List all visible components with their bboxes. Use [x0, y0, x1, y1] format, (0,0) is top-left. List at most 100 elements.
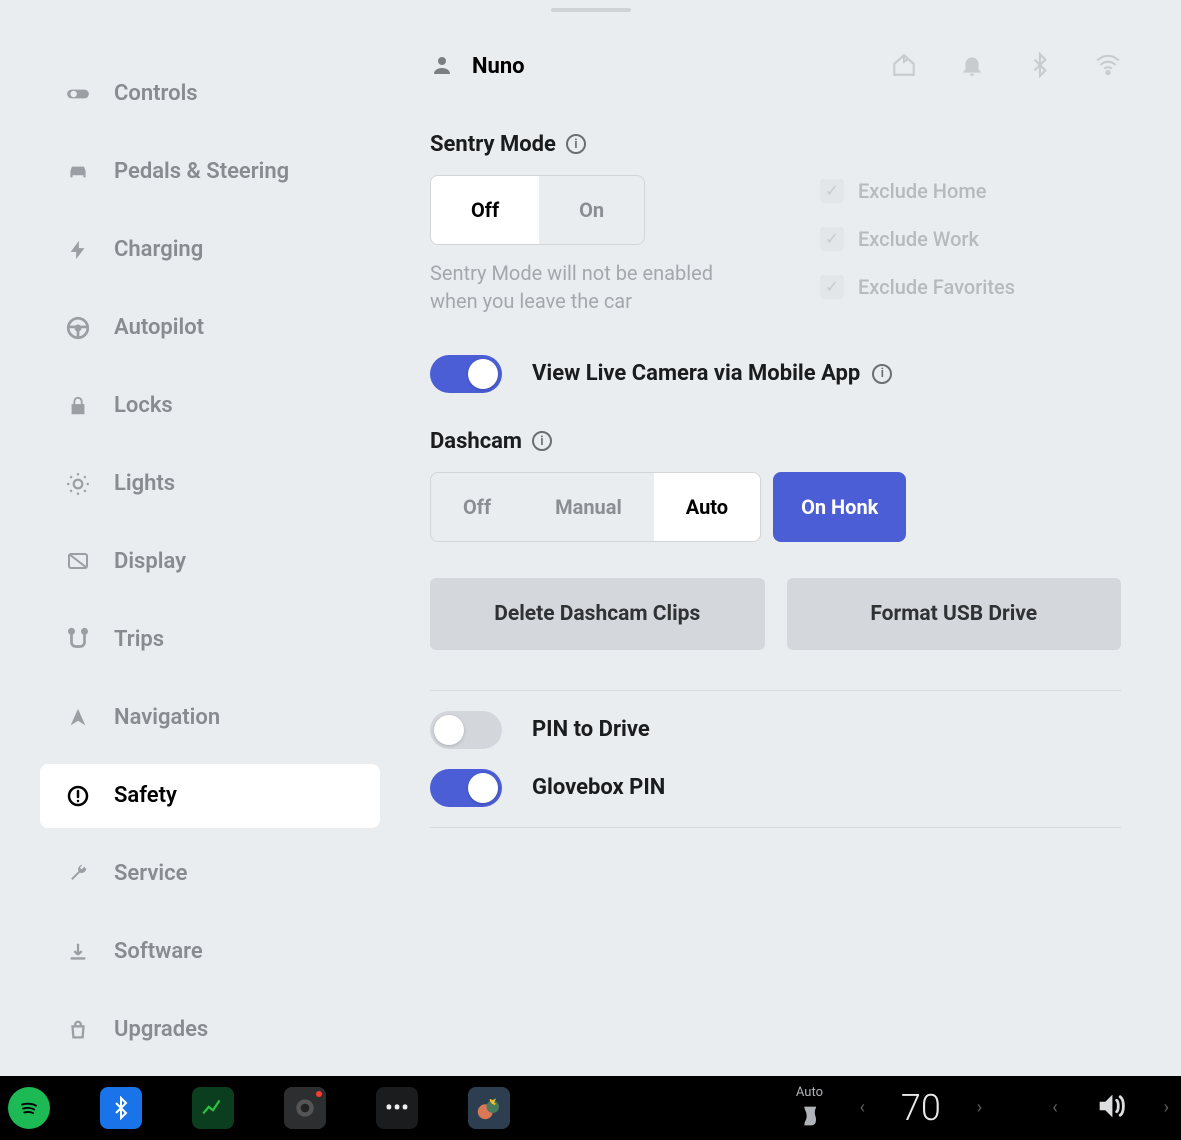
display-icon [64, 548, 92, 576]
wrench-icon [64, 860, 92, 888]
volume-up-button[interactable]: › [1160, 1097, 1173, 1118]
dashcam-off-button[interactable]: Off [431, 473, 523, 541]
home-icon[interactable] [891, 52, 917, 82]
toggle-icon [64, 80, 92, 108]
content-header: Nuno [430, 52, 1121, 82]
sidebar-item-label: Safety [114, 783, 177, 808]
theater-app-icon[interactable] [468, 1087, 510, 1129]
sidebar-item-lights[interactable]: Lights [40, 452, 380, 516]
sentry-mode-segment: Off On [430, 175, 645, 245]
lock-icon [64, 392, 92, 420]
car-icon [64, 158, 92, 186]
steering-icon [64, 314, 92, 342]
temp-down-button[interactable]: ‹ [855, 1097, 868, 1118]
live-camera-toggle[interactable] [430, 355, 502, 393]
exclude-home-check[interactable]: ✓ Exclude Home [820, 179, 1015, 203]
sidebar-item-navigation[interactable]: Navigation [40, 686, 380, 750]
sentry-title: Sentry Mode i [430, 132, 1121, 157]
sidebar-item-pedals[interactable]: Pedals & Steering [40, 140, 380, 204]
sentry-title-text: Sentry Mode [430, 132, 556, 157]
bell-icon[interactable] [959, 52, 985, 82]
sentry-off-button[interactable]: Off [431, 176, 539, 244]
main-area: Controls Pedals & Steering Charging Auto… [0, 12, 1181, 1076]
check-icon: ✓ [820, 179, 844, 203]
check-label: Exclude Favorites [858, 275, 1015, 299]
sidebar-item-label: Controls [114, 81, 198, 106]
glovebox-pin-label: Glovebox PIN [532, 775, 665, 800]
sidebar-item-autopilot[interactable]: Autopilot [40, 296, 380, 360]
spotify-app-icon[interactable] [8, 1087, 50, 1129]
sidebar-item-label: Pedals & Steering [114, 159, 289, 184]
seat-heater[interactable]: Auto [795, 1085, 823, 1130]
bag-icon [64, 1016, 92, 1044]
sidebar-item-label: Locks [114, 393, 173, 418]
sidebar-item-label: Service [114, 861, 187, 886]
sidebar-item-label: Software [114, 939, 203, 964]
sidebar-item-display[interactable]: Display [40, 530, 380, 594]
info-icon[interactable]: i [532, 431, 552, 451]
dashcam-segment: Off Manual Auto [430, 472, 761, 542]
sentry-on-button[interactable]: On [539, 176, 644, 244]
bluetooth-icon[interactable] [1027, 52, 1053, 82]
dashcam-onhonk-button[interactable]: On Honk [773, 472, 906, 542]
temperature-value[interactable]: 70 [901, 1087, 941, 1129]
pin-to-drive-label: PIN to Drive [532, 717, 650, 742]
dashcam-app-icon[interactable] [284, 1087, 326, 1129]
sun-icon [64, 470, 92, 498]
alert-circle-icon [64, 782, 92, 810]
sidebar-item-safety[interactable]: Safety [40, 764, 380, 828]
wifi-icon[interactable] [1095, 52, 1121, 82]
volume-down-button[interactable]: ‹ [1048, 1097, 1061, 1118]
dashcam-title: Dashcam i [430, 429, 1121, 454]
glovebox-pin-toggle[interactable] [430, 769, 502, 807]
sidebar-item-service[interactable]: Service [40, 842, 380, 906]
exclude-work-check[interactable]: ✓ Exclude Work [820, 227, 1015, 251]
person-icon [430, 53, 454, 81]
nav-arrow-icon [64, 704, 92, 732]
sidebar-item-locks[interactable]: Locks [40, 374, 380, 438]
sentry-exclusions: ✓ Exclude Home ✓ Exclude Work ✓ Exclude … [820, 175, 1015, 315]
more-apps-icon[interactable]: ••• [376, 1087, 418, 1129]
temp-up-button[interactable]: › [973, 1097, 986, 1118]
delete-clips-button[interactable]: Delete Dashcam Clips [430, 578, 765, 650]
user-block[interactable]: Nuno [430, 53, 525, 81]
dashcam-title-text: Dashcam [430, 429, 522, 454]
check-icon: ✓ [820, 275, 844, 299]
check-icon: ✓ [820, 227, 844, 251]
content: Nuno Sentry Mode i Off On Sentry Mode wi… [380, 52, 1151, 1076]
sidebar-item-software[interactable]: Software [40, 920, 380, 984]
check-label: Exclude Home [858, 179, 986, 203]
user-name: Nuno [472, 54, 525, 79]
sidebar-item-label: Autopilot [114, 315, 204, 340]
divider [430, 827, 1121, 828]
pin-to-drive-toggle[interactable] [430, 711, 502, 749]
dashcam-auto-button[interactable]: Auto [654, 473, 760, 541]
seat-mode-label: Auto [796, 1085, 823, 1100]
sidebar: Controls Pedals & Steering Charging Auto… [40, 52, 380, 1076]
bluetooth-app-icon[interactable] [100, 1087, 142, 1129]
bolt-icon [64, 236, 92, 264]
divider [430, 690, 1121, 691]
exclude-favorites-check[interactable]: ✓ Exclude Favorites [820, 275, 1015, 299]
sidebar-item-label: Navigation [114, 705, 220, 730]
route-icon [64, 626, 92, 654]
format-usb-button[interactable]: Format USB Drive [787, 578, 1122, 650]
bottom-bar: ••• Auto ‹ 70 › ‹ › [0, 1076, 1181, 1140]
sidebar-item-label: Lights [114, 471, 175, 496]
header-icons [891, 52, 1121, 82]
check-label: Exclude Work [858, 227, 979, 251]
sidebar-item-controls[interactable]: Controls [40, 62, 380, 126]
stocks-app-icon[interactable] [192, 1087, 234, 1129]
sidebar-item-label: Trips [114, 627, 164, 652]
sidebar-item-label: Display [114, 549, 186, 574]
info-icon[interactable]: i [872, 364, 892, 384]
sentry-helper: Sentry Mode will not be enabled when you… [430, 259, 740, 315]
sidebar-item-charging[interactable]: Charging [40, 218, 380, 282]
sidebar-item-label: Upgrades [114, 1017, 208, 1042]
sidebar-item-upgrades[interactable]: Upgrades [40, 998, 380, 1062]
sidebar-item-trips[interactable]: Trips [40, 608, 380, 672]
info-icon[interactable]: i [566, 134, 586, 154]
volume-icon[interactable] [1094, 1089, 1128, 1127]
dashcam-manual-button[interactable]: Manual [523, 473, 654, 541]
sidebar-item-label: Charging [114, 237, 203, 262]
